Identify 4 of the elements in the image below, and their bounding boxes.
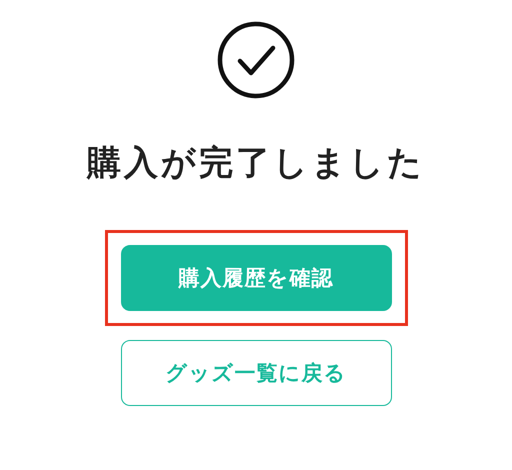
back-to-goods-button[interactable]: グッズ一覧に戻る — [120, 340, 392, 406]
completion-title: 購入が完了しました — [87, 142, 425, 185]
checkmark-icon — [216, 20, 296, 100]
purchase-history-button[interactable]: 購入履歴を確認 — [120, 245, 392, 311]
